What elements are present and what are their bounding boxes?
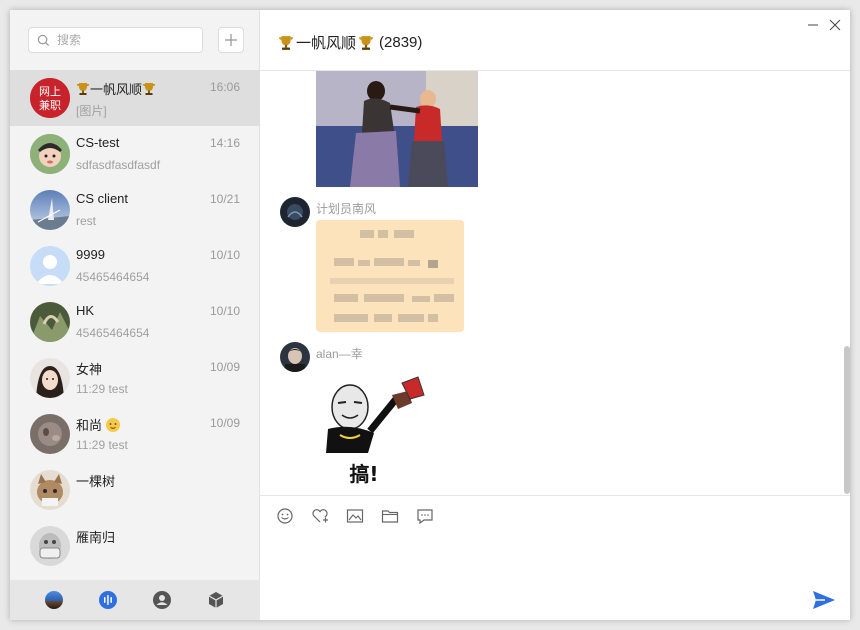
chat-title: 一帆风顺 bbox=[296, 35, 357, 52]
bottom-nav bbox=[10, 580, 260, 620]
avatar bbox=[30, 358, 70, 398]
search-row bbox=[10, 10, 260, 70]
folder-icon[interactable] bbox=[381, 508, 399, 524]
avatar bbox=[30, 470, 70, 510]
scrollbar[interactable] bbox=[844, 346, 850, 494]
conversation-time: 10/21 bbox=[209, 192, 240, 206]
image-message[interactable] bbox=[316, 71, 478, 187]
sender-name: alan—幸 bbox=[316, 347, 363, 361]
member-count: (2839) bbox=[379, 34, 423, 51]
close-icon[interactable] bbox=[828, 18, 842, 32]
conversation-name: 一棵树 bbox=[76, 474, 116, 489]
conversation-name: 一帆风顺 bbox=[90, 82, 143, 97]
trophy-icon bbox=[143, 82, 156, 95]
sticker-caption: 搞! bbox=[349, 462, 378, 486]
trophy-icon bbox=[359, 35, 373, 50]
conversation-preview: sdfasdfasdfasdf bbox=[76, 158, 161, 172]
chat-panel: 一帆风顺 (2839) 计划员南风 alan—幸 搞! bbox=[260, 10, 850, 620]
conversation-time: 16:06 bbox=[209, 80, 240, 94]
conversation-list: 网上 兼职 一帆风顺 16:06 [图片] CS-test 14:16 sdfa… bbox=[10, 70, 260, 580]
conversation-preview: [图片] bbox=[76, 104, 107, 118]
conversation-name: 和尚 bbox=[76, 418, 103, 433]
add-button[interactable] bbox=[218, 27, 244, 53]
conversation-preview: rest bbox=[76, 214, 97, 228]
sender-name: 计划员南风 bbox=[316, 202, 377, 216]
voice-icon[interactable] bbox=[98, 590, 118, 610]
conversation-name: CS-test bbox=[76, 135, 120, 150]
avatar bbox=[30, 246, 70, 286]
contacts-icon[interactable] bbox=[152, 590, 172, 610]
conversation-name: HK bbox=[76, 303, 95, 318]
conversation-item[interactable]: 女神 10/09 11:29 test bbox=[10, 350, 260, 406]
avatar[interactable] bbox=[280, 342, 310, 372]
chat-record-icon[interactable] bbox=[416, 508, 434, 524]
send-icon[interactable] bbox=[812, 589, 836, 611]
app-logo-icon[interactable] bbox=[44, 590, 64, 610]
avatar bbox=[30, 526, 70, 566]
conversation-name-row: 一帆风顺 bbox=[76, 79, 156, 98]
message-list: 计划员南风 alan—幸 搞! bbox=[260, 71, 850, 495]
conversation-item[interactable]: CS client 10/21 rest bbox=[10, 182, 260, 238]
plus-icon bbox=[225, 34, 237, 46]
avatar bbox=[30, 134, 70, 174]
conversation-preview: 11:29 test bbox=[76, 438, 128, 452]
conversation-name: 女神 bbox=[76, 362, 103, 377]
favorite-icon[interactable] bbox=[311, 508, 329, 524]
avatar bbox=[30, 302, 70, 342]
avatar[interactable] bbox=[280, 197, 310, 227]
chat-title-row: 一帆风顺 (2839) bbox=[278, 32, 422, 53]
conversation-item[interactable]: 雁南归 bbox=[10, 518, 260, 574]
sticker-message[interactable]: 搞! bbox=[316, 369, 436, 491]
monk-face-emoji-icon bbox=[106, 417, 121, 432]
conversation-preview: 45465464654 bbox=[76, 326, 150, 340]
message-input[interactable] bbox=[278, 538, 808, 608]
conversation-name: CS client bbox=[76, 191, 129, 206]
conversation-time: 10/10 bbox=[209, 304, 240, 318]
blurred-image-message[interactable] bbox=[316, 220, 464, 332]
avatar bbox=[30, 190, 70, 230]
conversation-item[interactable]: 9999 10/10 45465464654 bbox=[10, 238, 260, 294]
conversation-item[interactable]: 网上 兼职 一帆风顺 16:06 [图片] bbox=[10, 70, 260, 126]
avatar bbox=[30, 414, 70, 454]
apps-cube-icon[interactable] bbox=[206, 590, 226, 610]
avatar: 网上 兼职 bbox=[30, 78, 70, 118]
chat-header: 一帆风顺 (2839) bbox=[260, 10, 850, 71]
conversation-name-row: 和尚 bbox=[76, 415, 121, 434]
chat-window: 网上 兼职 一帆风顺 16:06 [图片] CS-test 14:16 bbox=[10, 10, 850, 620]
conversation-name: 9999 bbox=[76, 247, 105, 262]
conversation-item[interactable]: HK 10/10 45465464654 bbox=[10, 294, 260, 350]
conversation-name: 雁南归 bbox=[76, 530, 116, 545]
composer-toolbar bbox=[260, 495, 850, 535]
trophy-icon bbox=[77, 82, 89, 95]
conversation-preview: 45465464654 bbox=[76, 270, 150, 284]
emoji-icon[interactable] bbox=[276, 508, 294, 524]
conversation-item[interactable]: 一棵树 bbox=[10, 462, 260, 518]
sidebar: 网上 兼职 一帆风顺 16:06 [图片] CS-test 14:16 bbox=[10, 10, 260, 620]
image-icon[interactable] bbox=[346, 508, 364, 524]
conversation-time: 10/10 bbox=[209, 248, 240, 262]
avatar-text-top: 网上 bbox=[39, 85, 61, 98]
conversation-time: 14:16 bbox=[209, 136, 240, 150]
conversation-item[interactable]: 和尚 10/09 11:29 test bbox=[10, 406, 260, 462]
minimize-icon[interactable] bbox=[806, 18, 820, 32]
conversation-time: 10/09 bbox=[209, 416, 240, 430]
trophy-icon bbox=[279, 35, 293, 50]
search-box[interactable] bbox=[28, 27, 203, 53]
conversation-preview: 11:29 test bbox=[76, 382, 128, 396]
conversation-time: 10/09 bbox=[209, 360, 240, 374]
avatar-text-bottom: 兼职 bbox=[39, 99, 61, 112]
search-input[interactable] bbox=[57, 31, 197, 49]
search-icon bbox=[37, 34, 50, 47]
conversation-item[interactable]: CS-test 14:16 sdfasdfasdfasdf bbox=[10, 126, 260, 182]
